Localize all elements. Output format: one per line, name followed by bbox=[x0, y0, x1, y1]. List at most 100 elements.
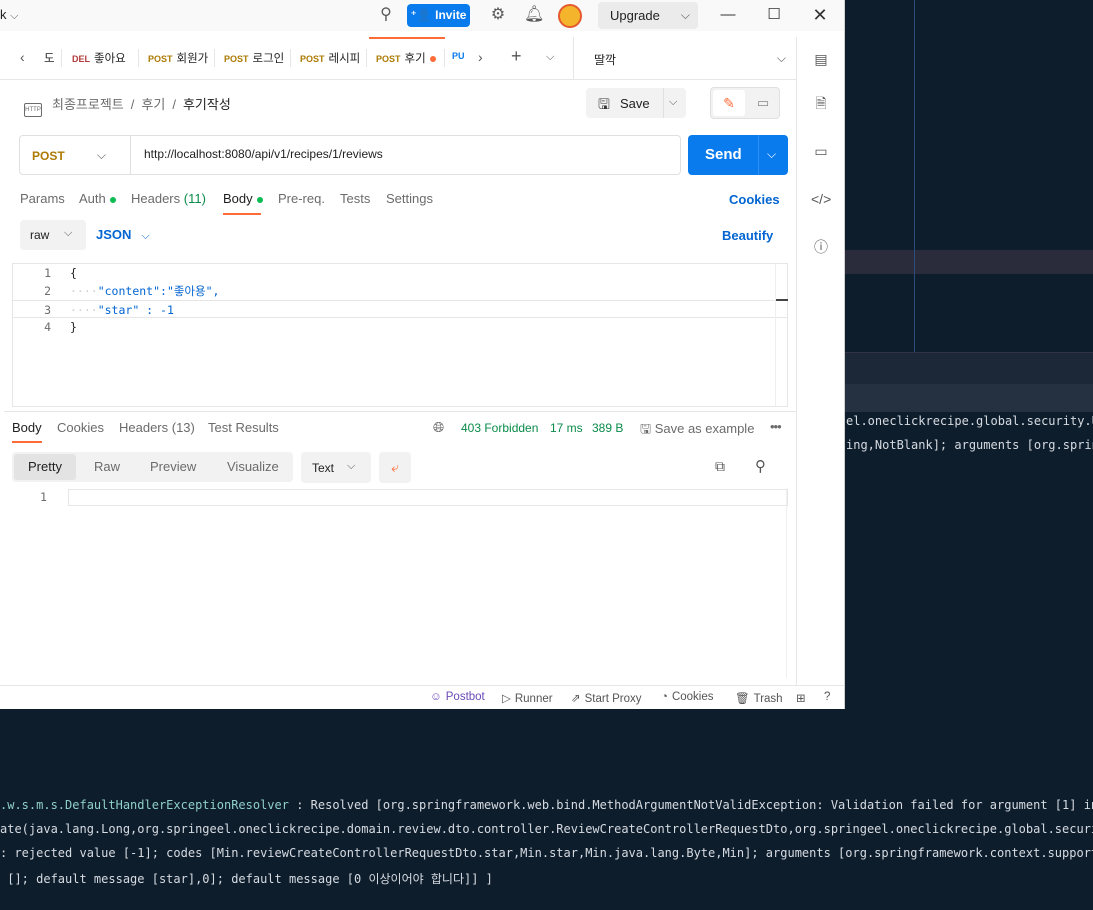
active-tab-indicator bbox=[12, 441, 42, 443]
maximize-icon[interactable]: ☐ bbox=[762, 4, 786, 26]
workspace-selector[interactable]: k ⌵ bbox=[0, 7, 18, 23]
url-input[interactable] bbox=[144, 147, 664, 161]
chevron-down-icon: ⌵ bbox=[64, 227, 73, 239]
copy-icon[interactable]: ⧉ bbox=[715, 458, 725, 475]
plus-icon[interactable]: + bbox=[511, 46, 522, 67]
status-code[interactable]: 403 Forbidden bbox=[461, 421, 538, 435]
tab-method: POST bbox=[300, 54, 325, 64]
terminal-line: []; default message [star],0]; default m… bbox=[0, 872, 493, 886]
response-divider[interactable] bbox=[4, 411, 796, 412]
bell-icon[interactable]: 🔔︎ bbox=[524, 5, 544, 25]
invite-label: Invite bbox=[435, 8, 467, 22]
chevron-left-icon[interactable]: ‹ bbox=[20, 49, 25, 65]
body-mode-selector[interactable]: raw ⌵ bbox=[20, 220, 86, 250]
tab-request-3[interactable]: POST 로그인 bbox=[224, 50, 284, 66]
breadcrumb-item[interactable]: 최종프로젝트 bbox=[52, 97, 124, 112]
trash-button[interactable]: 🗑︎ Trash bbox=[735, 691, 783, 705]
tab-request-active[interactable]: POST 후기 bbox=[376, 50, 438, 66]
runner-button[interactable]: ▷ Runner bbox=[502, 691, 553, 705]
documentation-icon[interactable]: 🗎︎ bbox=[811, 93, 831, 113]
postbot-button[interactable]: ☺ Postbot bbox=[430, 691, 485, 703]
beautify-link[interactable]: Beautify bbox=[722, 228, 773, 243]
tab-response-cookies[interactable]: Cookies bbox=[57, 420, 104, 435]
breadcrumb-item[interactable]: 후기 bbox=[141, 97, 165, 112]
chevron-down-icon[interactable]: ⌵ bbox=[767, 147, 776, 162]
tab-params[interactable]: Params bbox=[20, 191, 65, 206]
chevron-down-icon: ⌵ bbox=[680, 8, 690, 22]
comment-icon[interactable]: ▭ bbox=[747, 90, 779, 116]
search-icon[interactable]: ⚲ bbox=[755, 457, 766, 475]
tab-auth[interactable]: Auth bbox=[79, 191, 116, 206]
view-pretty[interactable]: Pretty bbox=[14, 454, 76, 480]
save-button[interactable]: 🖫 Save ⌵ bbox=[586, 88, 686, 118]
tab-pre-request[interactable]: Pre-req. bbox=[278, 191, 325, 206]
upgrade-button[interactable]: Upgrade ⌵ bbox=[598, 2, 698, 29]
add-user-icon: ⁺👤 bbox=[410, 8, 432, 22]
tab-test-results[interactable]: Test Results bbox=[208, 420, 279, 435]
environment-quicklook-icon[interactable]: ▤ bbox=[811, 49, 831, 69]
tab-request-1[interactable]: DEL 좋아요 bbox=[72, 50, 132, 66]
editor-scrollbar[interactable] bbox=[775, 264, 788, 406]
help-icon[interactable]: ? bbox=[824, 691, 830, 703]
info-icon[interactable]: ⓘ bbox=[811, 237, 831, 257]
tab-request-6[interactable]: PU bbox=[452, 50, 464, 62]
chevron-down-icon: ⌵ bbox=[776, 51, 786, 65]
tab-separator bbox=[290, 49, 291, 67]
right-sidebar: ▤ 🗎︎ ▭ </> ⓘ bbox=[796, 37, 844, 685]
tab-label: Body bbox=[223, 191, 253, 206]
tab-label: 도 bbox=[44, 53, 55, 65]
view-visualize[interactable]: Visualize bbox=[227, 459, 279, 474]
method-selector[interactable]: POST ⌵ bbox=[20, 136, 131, 174]
minimize-icon[interactable]: — bbox=[716, 4, 740, 26]
search-icon[interactable]: ⚲ bbox=[376, 5, 396, 25]
wrap-lines-icon[interactable]: ⤶ bbox=[379, 452, 411, 483]
tab-response-headers[interactable]: Headers (13) bbox=[119, 420, 195, 435]
chevron-down-icon[interactable]: ⌵ bbox=[669, 96, 677, 109]
tab-separator bbox=[214, 49, 215, 67]
workspace-name: k bbox=[0, 7, 7, 22]
save-as-example-button[interactable]: 🖫 Save as example bbox=[640, 420, 754, 442]
more-options-icon[interactable]: ••• bbox=[770, 419, 782, 434]
view-raw[interactable]: Raw bbox=[94, 459, 120, 474]
environment-label: 딸깍 bbox=[594, 53, 617, 67]
tab-request-4[interactable]: POST 레시피 bbox=[300, 50, 360, 66]
tab-tests[interactable]: Tests bbox=[340, 191, 370, 206]
comments-icon[interactable]: ▭ bbox=[811, 141, 831, 161]
request-body-editor[interactable]: 1{ 2 ····"content":"좋아용", 3 ····"star" : -… bbox=[12, 263, 788, 407]
terminal-line: .w.s.m.s.DefaultHandlerExceptionResolver… bbox=[0, 798, 1093, 812]
start-proxy-button[interactable]: ⇗ Start Proxy bbox=[571, 691, 642, 705]
cookies-button[interactable]: ◔ Cookies bbox=[661, 691, 714, 703]
line-number: 1 bbox=[40, 490, 47, 504]
code-icon[interactable]: </> bbox=[811, 189, 831, 209]
response-size[interactable]: 389 B bbox=[592, 421, 623, 435]
tab-request-0[interactable]: 도 bbox=[44, 50, 56, 66]
tab-settings[interactable]: Settings bbox=[386, 191, 433, 206]
response-body-viewer[interactable]: 1 bbox=[12, 488, 788, 678]
cookies-label: Cookies bbox=[671, 691, 714, 703]
send-button[interactable]: Send ⌵ bbox=[688, 135, 788, 175]
close-icon[interactable]: ✕ bbox=[808, 4, 832, 26]
invite-button[interactable]: ⁺👤 Invite bbox=[407, 4, 470, 27]
chevron-right-icon[interactable]: › bbox=[478, 49, 483, 65]
avatar[interactable] bbox=[558, 4, 582, 28]
response-format-selector[interactable]: Text ⌵ bbox=[301, 452, 371, 483]
environment-selector[interactable]: 딸깍 ⌵ bbox=[573, 37, 796, 80]
body-mode-label: raw bbox=[30, 228, 50, 242]
request-name[interactable]: 후기작성 bbox=[183, 97, 231, 112]
body-format-selector[interactable]: JSON ⌵ bbox=[96, 227, 150, 243]
layout-icon[interactable]: ⊞ bbox=[796, 691, 806, 705]
settings-gear-icon[interactable]: ⚙ bbox=[488, 5, 508, 25]
chevron-down-icon[interactable]: ⌵ bbox=[546, 51, 554, 64]
tab-request-2[interactable]: POST 회원가 bbox=[148, 50, 214, 66]
tab-response-body[interactable]: Body bbox=[12, 420, 42, 435]
cookies-link[interactable]: Cookies bbox=[729, 192, 780, 207]
pencil-icon[interactable]: ✎ bbox=[713, 90, 745, 116]
tab-label: 로그인 bbox=[252, 53, 284, 65]
response-view-tabs: Pretty Raw Preview Visualize bbox=[12, 452, 293, 482]
view-preview[interactable]: Preview bbox=[150, 459, 196, 474]
response-scrollbar[interactable] bbox=[786, 488, 787, 678]
tab-body[interactable]: Body bbox=[223, 191, 263, 206]
tab-headers[interactable]: Headers (11) bbox=[131, 191, 206, 206]
response-time[interactable]: 17 ms bbox=[550, 421, 583, 435]
globe-icon[interactable]: 🌐︎ bbox=[433, 419, 444, 436]
